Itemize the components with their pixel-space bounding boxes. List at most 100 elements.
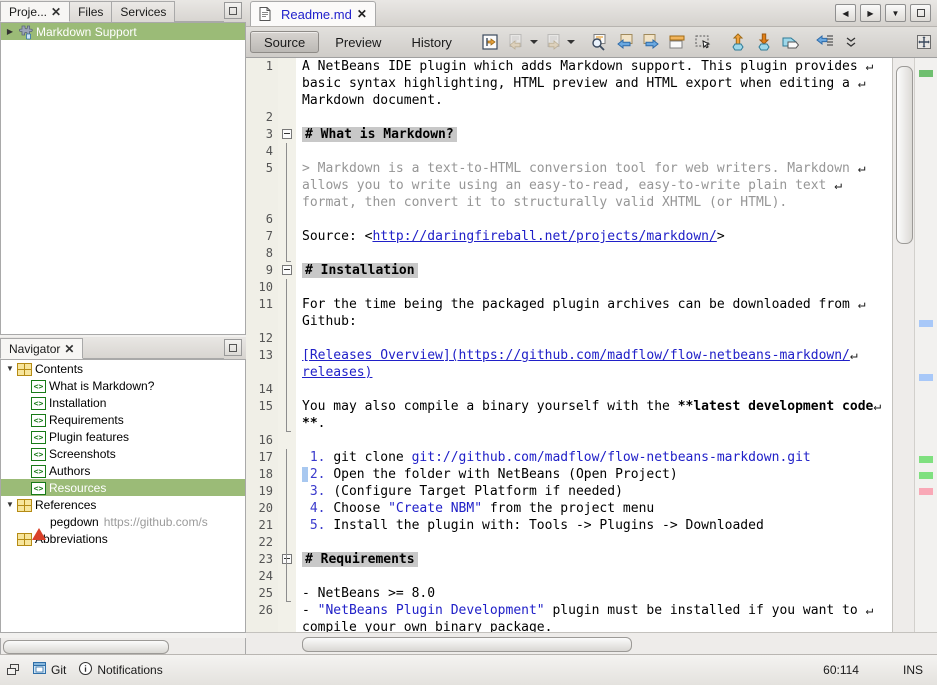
chevron-down-icon[interactable] — [3, 364, 17, 373]
forward-dropdown-arrow-icon[interactable] — [566, 30, 577, 54]
tab-services[interactable]: Services — [111, 1, 176, 22]
code-line[interactable]: For the time being the packaged plugin a… — [296, 296, 893, 313]
minimize-window-button[interactable] — [224, 339, 242, 356]
navigator-item[interactable]: pegdown https://github.com/s — [1, 513, 245, 540]
view-tab-history[interactable]: History — [397, 31, 465, 53]
annotation-mark[interactable] — [919, 472, 933, 479]
minimize-window-button[interactable] — [224, 2, 242, 19]
chevron-right-icon[interactable] — [3, 27, 17, 36]
previous-bookmark-button[interactable] — [726, 30, 750, 54]
code-line[interactable] — [296, 279, 893, 296]
annotation-mark[interactable] — [919, 374, 933, 381]
scrollbar-thumb[interactable] — [302, 637, 632, 652]
code-line[interactable] — [296, 245, 893, 262]
editor-vertical-scrollbar[interactable] — [892, 58, 915, 633]
close-icon[interactable]: ✕ — [51, 6, 61, 18]
chevron-double-down-icon[interactable] — [839, 30, 863, 54]
code-line[interactable]: # Requirements — [296, 551, 893, 568]
code-line[interactable]: 3. (Configure Target Platform if needed) — [296, 483, 893, 500]
close-icon[interactable]: ✕ — [64, 343, 74, 355]
shift-line-left-button[interactable] — [813, 30, 837, 54]
code-line[interactable] — [296, 381, 893, 398]
fold-toggle-icon[interactable] — [282, 554, 292, 564]
git-status-item[interactable]: Git — [26, 661, 72, 679]
back-dropdown-arrow-icon[interactable] — [529, 30, 540, 54]
view-tab-preview[interactable]: Preview — [321, 31, 395, 53]
fold-toggle-icon[interactable] — [282, 129, 292, 139]
code-line[interactable]: 4. Choose "Create NBM" from the project … — [296, 500, 893, 517]
forward-button[interactable] — [541, 30, 565, 54]
code-line[interactable]: > Markdown is a text-to-HTML conversion … — [296, 160, 893, 177]
navigator-item[interactable]: <> Screenshots — [1, 445, 245, 462]
grid-move-icon[interactable] — [911, 30, 937, 54]
code-line[interactable]: A NetBeans IDE plugin which adds Markdow… — [296, 58, 893, 75]
window-group-icon[interactable] — [0, 663, 26, 677]
tab-navigator[interactable]: Navigator ✕ — [0, 338, 84, 359]
annotation-mark[interactable] — [919, 320, 933, 327]
tab-files[interactable]: Files — [69, 1, 113, 22]
code-text-area[interactable]: A NetBeans IDE plugin which adds Markdow… — [296, 58, 893, 633]
left-dock-horizontal-scrollbar[interactable] — [0, 638, 246, 655]
fold-toggle-icon[interactable] — [282, 265, 292, 275]
code-line[interactable]: **. — [296, 415, 893, 432]
navigator-item[interactable]: <> Plugin features — [1, 428, 245, 445]
code-line[interactable]: compile your own binary package. — [296, 619, 893, 633]
document-tab-readme-md[interactable]: Readme.md ✕ — [250, 1, 376, 26]
code-line[interactable]: allows you to write using an easy-to-rea… — [296, 177, 893, 194]
scroll-documents-right-button[interactable]: ▶ — [860, 4, 881, 22]
code-folding-margin[interactable] — [278, 58, 297, 633]
code-line[interactable]: basic syntax highlighting, HTML preview … — [296, 75, 893, 92]
last-edit-button[interactable] — [478, 30, 502, 54]
find-previous-button[interactable] — [613, 30, 637, 54]
navigator-item[interactable]: <> What is Markdown? — [1, 377, 245, 394]
maximize-window-button[interactable] — [910, 4, 931, 22]
code-line[interactable]: # Installation — [296, 262, 893, 279]
code-line[interactable] — [296, 330, 893, 347]
toggle-highlight-button[interactable] — [691, 30, 715, 54]
scrollbar-thumb[interactable] — [896, 66, 913, 244]
scrollbar-thumb[interactable] — [3, 640, 169, 654]
project-node-markdown-support[interactable]: Markdown Support — [1, 23, 245, 40]
code-line[interactable] — [296, 211, 893, 228]
code-line[interactable] — [296, 568, 893, 585]
scroll-documents-left-button[interactable]: ◀ — [835, 4, 856, 22]
close-icon[interactable]: ✕ — [357, 7, 367, 21]
code-line[interactable] — [296, 143, 893, 160]
navigator-item[interactable]: <> Resources — [1, 479, 245, 496]
navigator-item[interactable]: <> Requirements — [1, 411, 245, 428]
code-line[interactable]: 2. Open the folder with NetBeans (Open P… — [296, 466, 893, 483]
code-line[interactable]: Github: — [296, 313, 893, 330]
code-line[interactable]: - NetBeans >= 8.0 — [296, 585, 893, 602]
code-line[interactable]: releases) — [296, 364, 893, 381]
annotation-mark[interactable] — [919, 456, 933, 463]
code-line[interactable]: Source: <http://daringfireball.net/proje… — [296, 228, 893, 245]
code-line[interactable]: [Releases Overview](https://github.com/m… — [296, 347, 893, 364]
navigator-item[interactable]: <> Authors — [1, 462, 245, 479]
projects-tree[interactable]: Markdown Support — [0, 23, 246, 335]
show-opened-documents-button[interactable]: ▼ — [885, 4, 906, 22]
source-editor[interactable]: 1 2 3 4 5 6 7 8 9 10 11 12 13 14 15 16 17 18 19 20 21 22 23 24 2… — [246, 57, 937, 655]
code-line[interactable]: Markdown document. — [296, 92, 893, 109]
editor-annotation-bar[interactable] — [914, 58, 937, 633]
navigator-item[interactable]: <> Installation — [1, 394, 245, 411]
tab-projects[interactable]: Proje... ✕ — [0, 1, 71, 22]
navigator-item[interactable]: References — [1, 496, 245, 513]
editor-horizontal-scrollbar[interactable] — [246, 632, 937, 655]
toggle-rectangular-selection-button[interactable] — [665, 30, 689, 54]
toggle-bookmark-button[interactable] — [778, 30, 802, 54]
back-button[interactable] — [504, 30, 528, 54]
insert-mode-indicator[interactable]: INS — [903, 663, 937, 677]
view-tab-source[interactable]: Source — [250, 31, 320, 53]
chevron-down-icon[interactable] — [3, 500, 17, 509]
code-line[interactable]: format, then convert it to structurally … — [296, 194, 893, 211]
code-line[interactable] — [296, 534, 893, 551]
code-line[interactable]: - "NetBeans Plugin Development" plugin m… — [296, 602, 893, 619]
notifications-item[interactable]: Notifications — [72, 661, 168, 679]
navigator-item[interactable]: Contents — [1, 360, 245, 377]
annotation-mark[interactable] — [919, 488, 933, 495]
code-line[interactable]: 1. git clone git://github.com/madflow/fl… — [296, 449, 893, 466]
code-line[interactable] — [296, 109, 893, 126]
navigator-tree[interactable]: Contents<>What is Markdown?<>Installatio… — [0, 360, 246, 633]
find-selection-button[interactable] — [587, 30, 611, 54]
caret-position-indicator[interactable]: 60:114 — [823, 663, 903, 677]
